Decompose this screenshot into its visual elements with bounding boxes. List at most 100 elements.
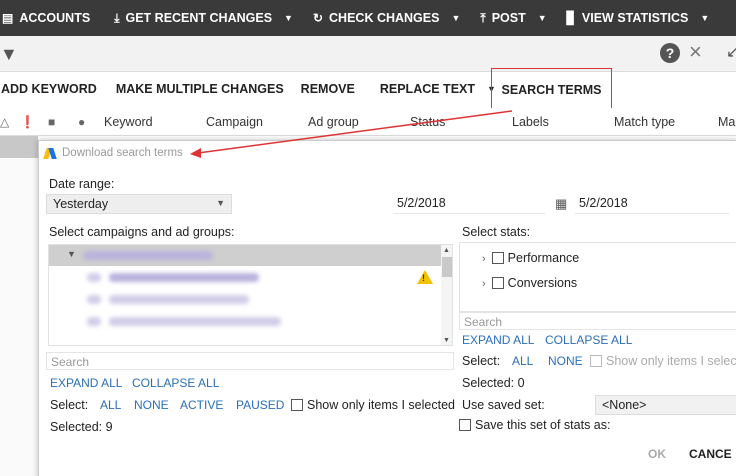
selected-row[interactable] <box>0 136 38 158</box>
column-status[interactable]: Status <box>410 115 445 129</box>
show-only-selected-label: Show only items I selected <box>307 398 455 412</box>
chevron-right-icon[interactable]: › <box>482 278 486 290</box>
add-keyword-button[interactable]: ADD KEYWORD <box>0 72 106 106</box>
scroll-down-icon[interactable]: ▼ <box>443 337 450 344</box>
remove-label: REMOVE <box>300 82 355 96</box>
arrow-icon[interactable]: ↙ <box>726 42 736 62</box>
date-from-field[interactable]: 5/2/2018 <box>393 194 545 214</box>
main-toolbar: ▤ ACCOUNTS ⤓ GET RECENT CHANGES ▼ ↻ CHEC… <box>0 0 736 36</box>
select-none-link[interactable]: NONE <box>134 398 169 412</box>
stat-item-conversions[interactable]: › Conversions <box>482 276 577 290</box>
search-placeholder: Search <box>51 355 90 369</box>
post-button[interactable]: ⤒ POST ▼ <box>470 0 556 36</box>
tree-checkbox[interactable] <box>87 295 101 304</box>
date-to-field[interactable]: 5/2/2018 <box>575 194 729 214</box>
cancel-button[interactable]: CANCE <box>689 439 736 469</box>
search-terms-button[interactable]: SEARCH TERMS <box>491 68 612 111</box>
selected-count: Selected: 9 <box>50 420 113 434</box>
stats-select-all-link[interactable]: ALL <box>512 354 533 368</box>
select-paused-link[interactable]: PAUSED <box>236 398 284 412</box>
date-to-value: 5/2/2018 <box>579 196 628 210</box>
filter-bar: ▼ ? × ↙ <box>0 36 736 72</box>
accounts-button[interactable]: ▤ ACCOUNTS <box>0 0 100 36</box>
tree-row[interactable]: ▼ <box>49 245 441 266</box>
column-max-cpc[interactable]: Ma <box>718 115 735 129</box>
show-only-selected-toggle[interactable]: Show only items I selected <box>291 398 455 412</box>
get-recent-changes-button[interactable]: ⤓ GET RECENT CHANGES ▼ <box>100 0 303 36</box>
stats-collapse-all-link[interactable]: COLLAPSE ALL <box>545 333 632 347</box>
chevron-down-icon[interactable]: ▼ <box>67 249 76 259</box>
expand-all-link[interactable]: EXPAND ALL <box>50 376 122 390</box>
bar-chart-icon: ▊ <box>566 11 576 25</box>
save-stats-label: Save this set of stats as: <box>475 418 611 432</box>
status-dot-icon[interactable]: ● <box>78 115 85 129</box>
date-range-value: Yesterday <box>53 197 109 211</box>
chevron-right-icon[interactable]: › <box>482 253 486 265</box>
date-range-dropdown[interactable]: Yesterday ▼ <box>46 194 232 214</box>
check-changes-button[interactable]: ↻ CHECK CHANGES ▼ <box>303 0 470 36</box>
column-campaign[interactable]: Campaign <box>206 115 263 129</box>
view-statistics-button[interactable]: ▊ VIEW STATISTICS ▼ <box>557 0 720 36</box>
remove-button[interactable]: REMOVE <box>293 72 364 106</box>
stats-expand-all-link[interactable]: EXPAND ALL <box>462 333 534 347</box>
comment-column-icon[interactable]: ■ <box>48 115 55 129</box>
grid-column-headers: △ ❗ ■ ● Keyword Campaign Ad group Status… <box>0 108 736 136</box>
campaign-tree[interactable]: ▼ ! ▲ ▼ <box>48 244 453 346</box>
help-icon[interactable]: ? <box>660 43 680 63</box>
warning-column-icon[interactable]: △ <box>0 115 9 129</box>
close-icon[interactable]: × <box>689 40 702 64</box>
replace-text-button[interactable]: REPLACE TEXT ▼ <box>364 72 505 106</box>
info-column-icon[interactable]: ❗ <box>20 115 35 129</box>
chevron-down-icon[interactable]: ▼ <box>284 13 293 23</box>
chevron-down-icon[interactable]: ▼ <box>700 13 709 23</box>
column-match-type[interactable]: Match type <box>614 115 675 129</box>
tree-item-label <box>109 317 281 326</box>
stats-show-only-toggle[interactable]: Show only items I select <box>590 354 736 368</box>
show-only-selected-checkbox[interactable] <box>291 399 303 411</box>
calendar-icon[interactable]: ▦ <box>555 196 567 212</box>
tree-checkbox[interactable] <box>87 317 101 326</box>
stat-item-performance[interactable]: › Performance <box>482 251 579 265</box>
select-active-link[interactable]: ACTIVE <box>180 398 223 412</box>
stats-selected-count: Selected: 0 <box>462 376 525 390</box>
make-multiple-changes-button[interactable]: MAKE MULTIPLE CHANGES <box>106 72 293 106</box>
tree-row[interactable] <box>49 311 441 332</box>
tree-row[interactable] <box>49 289 441 310</box>
stats-search-input[interactable]: Search <box>459 312 736 330</box>
column-keyword[interactable]: Keyword <box>104 115 153 129</box>
filter-icon[interactable]: ▼ <box>0 44 18 65</box>
scroll-up-icon[interactable]: ▲ <box>443 247 450 254</box>
date-from-value: 5/2/2018 <box>397 196 446 210</box>
column-labels[interactable]: Labels <box>512 115 549 129</box>
stat-checkbox[interactable] <box>491 277 504 289</box>
tree-row[interactable]: ! <box>49 267 441 288</box>
collapse-all-link[interactable]: COLLAPSE ALL <box>132 376 219 390</box>
save-stats-checkbox[interactable] <box>459 419 471 431</box>
scrollbar-thumb[interactable] <box>442 257 452 277</box>
tree-scrollbar[interactable]: ▲ ▼ <box>441 245 452 345</box>
view-statistics-label: VIEW STATISTICS <box>581 11 689 25</box>
accounts-label: ACCOUNTS <box>19 11 91 25</box>
save-stats-toggle[interactable]: Save this set of stats as: <box>459 418 610 432</box>
tree-checkbox[interactable] <box>87 273 101 282</box>
date-range-label: Date range: <box>49 177 115 191</box>
post-label: POST <box>491 11 526 25</box>
ok-label: OK <box>648 447 666 461</box>
chevron-down-icon[interactable]: ▼ <box>538 13 547 23</box>
select-all-link[interactable]: ALL <box>100 398 121 412</box>
campaigns-label: Select campaigns and ad groups: <box>49 225 235 239</box>
tree-item-label <box>83 251 213 260</box>
saved-set-dropdown[interactable]: <None> <box>595 395 736 415</box>
stats-tree[interactable]: › Performance › Conversions <box>459 242 736 312</box>
stats-show-only-checkbox[interactable] <box>590 355 602 367</box>
chevron-down-icon[interactable]: ▼ <box>451 13 460 23</box>
stats-select-none-link[interactable]: NONE <box>548 354 583 368</box>
campaign-search-input[interactable]: Search <box>46 352 454 370</box>
column-ad-group[interactable]: Ad group <box>308 115 359 129</box>
make-multiple-changes-label: MAKE MULTIPLE CHANGES <box>115 82 284 96</box>
stat-checkbox[interactable] <box>491 252 504 264</box>
ok-button[interactable]: OK <box>629 439 685 469</box>
refresh-icon: ↻ <box>312 11 324 25</box>
action-bar: ADD KEYWORD MAKE MULTIPLE CHANGES REMOVE… <box>0 72 736 106</box>
check-changes-label: CHECK CHANGES <box>329 11 440 25</box>
